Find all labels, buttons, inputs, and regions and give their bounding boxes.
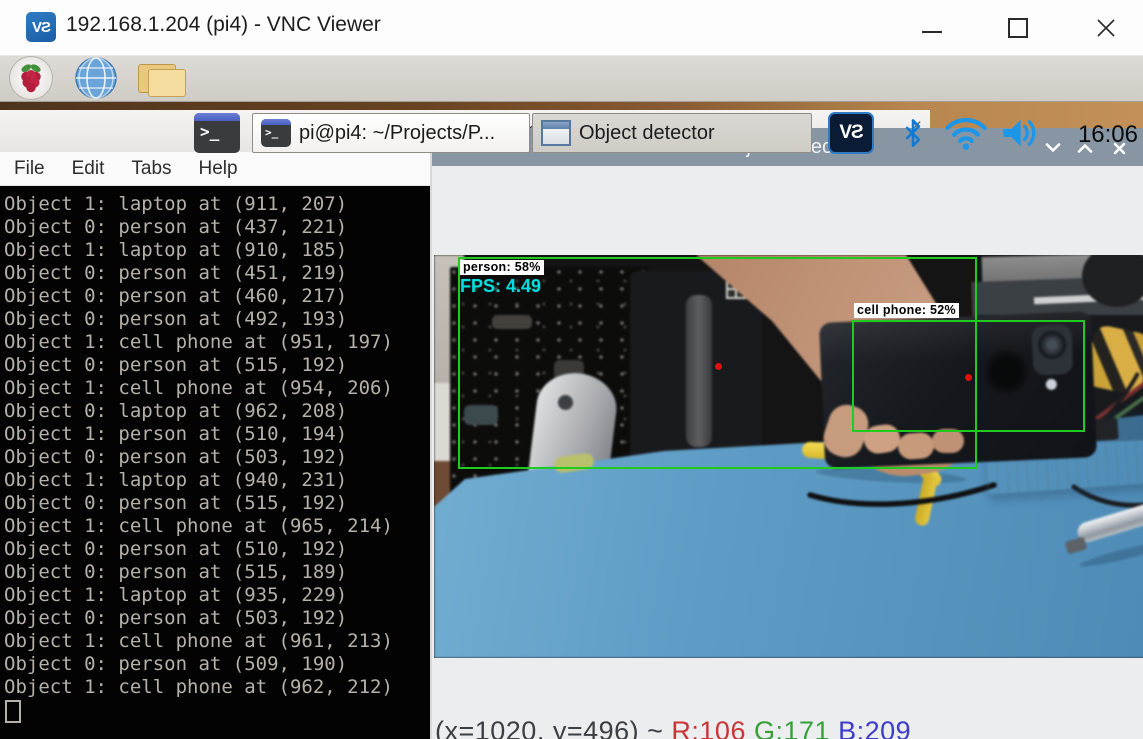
terminal-cursor — [5, 700, 21, 723]
wifi-icon[interactable] — [940, 116, 992, 150]
blue-value: B:209 — [838, 716, 911, 739]
close-button[interactable] — [1086, 14, 1126, 42]
raspberry-icon — [16, 62, 46, 94]
close-icon — [1095, 17, 1117, 39]
window-icon — [541, 120, 571, 146]
object-detector-window: Object detector — [430, 128, 1143, 739]
menu-help[interactable]: Help — [199, 158, 238, 180]
menu-file[interactable]: File — [14, 158, 45, 180]
vnc-titlebar: VƧ 192.168.1.204 (pi4) - VNC Viewer — [0, 0, 1143, 56]
browser-launcher[interactable] — [72, 56, 120, 100]
maximize-button[interactable] — [998, 14, 1038, 42]
pixel-status-readout: (x=1020, y=496) ~ R:106 G:171 B:209 — [435, 716, 911, 739]
terminal-launcher[interactable]: >_ — [194, 113, 240, 153]
terminal-prompt-icon: >_ — [194, 121, 240, 140]
screen: pi@pi4: ~/Projects/Python/tflite/object_… — [0, 0, 1143, 739]
detection-overlay: FPS: 4.49 person: 58%cell phone: 52% — [434, 255, 1143, 658]
file-manager-launcher[interactable] — [132, 56, 188, 100]
minimize-icon — [922, 31, 942, 33]
detection-center-dot — [715, 363, 722, 370]
folder-icon — [148, 69, 186, 97]
green-value: G:171 — [754, 716, 830, 739]
clock[interactable]: 16:06 — [1064, 121, 1138, 149]
red-value: R:106 — [671, 716, 746, 739]
detection-label: person: 58% — [460, 260, 544, 275]
chevron-down-icon — [1045, 143, 1061, 153]
taskbar-button-terminal[interactable]: >_ pi@pi4: ~/Projects/P... — [252, 113, 530, 153]
taskbar-button-label: Object detector — [579, 122, 715, 145]
maximize-icon — [1008, 18, 1028, 38]
menu-button[interactable] — [8, 56, 54, 100]
volume-icon[interactable] — [998, 117, 1046, 149]
bluetooth-icon[interactable] — [898, 114, 928, 152]
vnc-app-icon: VƧ — [26, 12, 56, 42]
vnc-window-title: 192.168.1.204 (pi4) - VNC Viewer — [66, 13, 381, 37]
cursor-coords: (x=1020, y=496) ~ — [435, 716, 671, 739]
taskbar-button-label: pi@pi4: ~/Projects/P... — [299, 122, 495, 145]
minimize-button[interactable] — [912, 14, 952, 42]
detection-label: cell phone: 52% — [854, 303, 959, 318]
camera-feed: FPS: 4.49 person: 58%cell phone: 52% — [434, 255, 1143, 658]
globe-icon — [74, 56, 118, 100]
terminal-icon: >_ — [261, 119, 291, 147]
taskbar-button-detector[interactable]: Object detector — [532, 113, 812, 153]
vnc-tray-icon[interactable]: VƧ — [828, 112, 874, 154]
taskbar: >_ >_ pi@pi4: ~/Projects/P... Object det… — [0, 55, 1143, 102]
detection-center-dot — [965, 374, 972, 381]
menu-tabs[interactable]: Tabs — [131, 158, 171, 180]
terminal-menubar: File Edit Tabs Help — [0, 152, 430, 186]
menu-edit[interactable]: Edit — [72, 158, 105, 180]
